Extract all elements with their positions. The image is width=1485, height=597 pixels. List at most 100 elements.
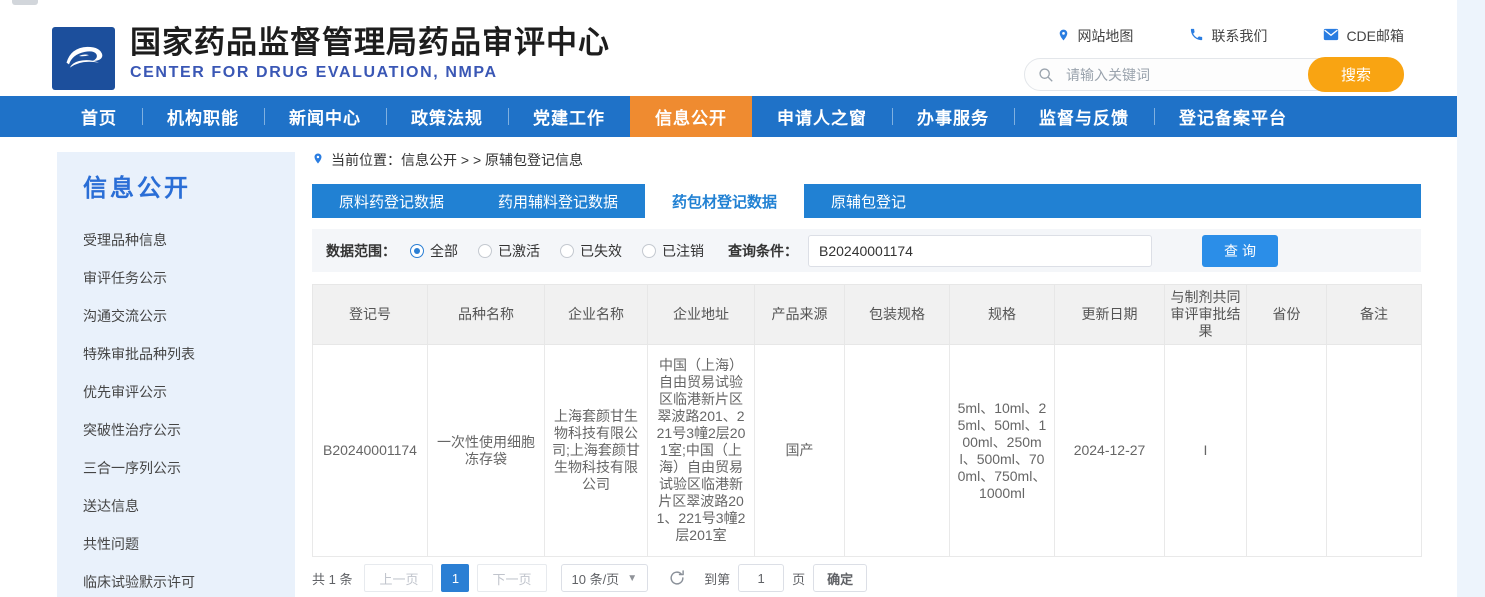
nav-item-policy[interactable]: 政策法规 <box>386 96 508 137</box>
data-tabs: 原料药登记数据 药用辅料登记数据 药包材登记数据 原辅包登记 <box>312 184 1421 218</box>
prev-page-button[interactable]: 上一页 <box>364 564 433 592</box>
contact-label: 联系我们 <box>1211 26 1267 46</box>
sidebar: 信息公开 受理品种信息 审评任务公示 沟通交流公示 特殊审批品种列表 优先审评公… <box>57 152 295 597</box>
goto-page-input[interactable] <box>738 564 784 592</box>
col-joint-review-result: 与制剂共同审评审批结果 <box>1165 285 1247 345</box>
cell-company-name: 上海套颜甘生物科技有限公司;上海套颜甘生物科技有限公司 <box>545 345 648 557</box>
pagination: 共 1 条 上一页 1 下一页 10 条/页 ▼ 到第 页 确定 <box>312 564 1421 592</box>
nav-item-registration-platform[interactable]: 登记备案平台 <box>1154 96 1312 137</box>
tab-api-data[interactable]: 原料药登记数据 <box>312 184 471 218</box>
goto-confirm-button[interactable]: 确定 <box>813 564 867 592</box>
nav-item-home[interactable]: 首页 <box>56 96 142 137</box>
phone-icon <box>1189 27 1204 45</box>
cell-province <box>1247 345 1327 557</box>
nav-item-org[interactable]: 机构职能 <box>142 96 264 137</box>
site-search: 搜索 <box>1024 58 1404 91</box>
page-background-strip <box>1457 0 1485 597</box>
sidebar-item-breakthrough-therapy[interactable]: 突破性治疗公示 <box>83 411 295 449</box>
radio-expired[interactable]: 已失效 <box>560 241 622 261</box>
location-pin-icon <box>1057 27 1070 46</box>
query-button[interactable]: 查询 <box>1202 235 1278 267</box>
sidebar-item-priority-review[interactable]: 优先审评公示 <box>83 373 295 411</box>
cell-variety-name: 一次性使用细胞冻存袋 <box>428 345 545 557</box>
col-registration-no: 登记号 <box>313 285 428 345</box>
nav-item-info-disclosure[interactable]: 信息公开 <box>630 96 752 137</box>
cell-company-address: 中国（上海）自由贸易试验区临港新片区翠波路201、221号3幢2层201室;中国… <box>648 345 755 557</box>
brand-block: 国家药品监督管理局药品审评中心 CENTER FOR DRUG EVALUATI… <box>130 24 610 82</box>
pagination-total: 共 1 条 <box>312 569 352 588</box>
cde-mail-link[interactable]: CDE邮箱 <box>1323 26 1404 46</box>
nav-item-supervision[interactable]: 监督与反馈 <box>1014 96 1154 137</box>
nav-item-services[interactable]: 办事服务 <box>892 96 1014 137</box>
sidebar-item-communication[interactable]: 沟通交流公示 <box>83 297 295 335</box>
col-province: 省份 <box>1247 285 1327 345</box>
col-company-address: 企业地址 <box>648 285 755 345</box>
radio-activated-dot <box>478 244 492 258</box>
cell-registration-no: B20240001174 <box>313 345 428 557</box>
tab-excipient-data[interactable]: 药用辅料登记数据 <box>471 184 645 218</box>
scope-radio-group: 全部 已激活 已失效 已注销 <box>410 241 704 261</box>
refresh-icon[interactable] <box>668 569 686 587</box>
main-nav: 首页 机构职能 新闻中心 政策法规 党建工作 信息公开 申请人之窗 办事服务 监… <box>0 96 1457 137</box>
radio-all-label: 全部 <box>430 241 458 261</box>
col-spec: 规格 <box>950 285 1055 345</box>
mail-icon <box>1323 28 1339 44</box>
site-search-button[interactable]: 搜索 <box>1308 57 1404 92</box>
chevron-down-icon: ▼ <box>627 573 637 584</box>
col-variety-name: 品种名称 <box>428 285 545 345</box>
scope-label: 数据范围： <box>326 241 396 261</box>
tab-apief-registration[interactable]: 原辅包登记 <box>804 184 933 218</box>
sidebar-item-review-tasks[interactable]: 审评任务公示 <box>83 259 295 297</box>
sidebar-item-special-approval[interactable]: 特殊审批品种列表 <box>83 335 295 373</box>
table-row: B20240001174 一次性使用细胞冻存袋 上海套颜甘生物科技有限公司;上海… <box>313 345 1422 557</box>
radio-activated[interactable]: 已激活 <box>478 241 540 261</box>
registration-table: 登记号 品种名称 企业名称 企业地址 产品来源 包装规格 规格 更新日期 与制剂… <box>312 284 1422 557</box>
tab-packaging-data[interactable]: 药包材登记数据 <box>645 184 804 218</box>
radio-cancelled-dot <box>642 244 656 258</box>
nav-item-applicant[interactable]: 申请人之窗 <box>752 96 892 137</box>
goto-label: 到第 <box>704 569 730 588</box>
page-size-select[interactable]: 10 条/页 ▼ <box>561 564 649 592</box>
radio-expired-dot <box>560 244 574 258</box>
main-content: 当前位置：信息公开 > > 原辅包登记信息 原料药登记数据 药用辅料登记数据 药… <box>312 150 1421 597</box>
site-search-input[interactable] <box>1054 67 1308 83</box>
sidebar-title: 信息公开 <box>83 168 295 203</box>
radio-cancelled[interactable]: 已注销 <box>642 241 704 261</box>
search-icon <box>1038 67 1054 83</box>
browser-tab-fragment <box>12 0 38 5</box>
col-update-date: 更新日期 <box>1055 285 1165 345</box>
swan-logo-icon <box>59 31 109 86</box>
query-label: 查询条件： <box>728 241 798 261</box>
cell-update-date: 2024-12-27 <box>1055 345 1165 557</box>
query-input[interactable] <box>808 235 1152 267</box>
cde-website-page: 国家药品监督管理局药品审评中心 CENTER FOR DRUG EVALUATI… <box>0 0 1485 597</box>
sidebar-item-accepted-varieties[interactable]: 受理品种信息 <box>83 221 295 259</box>
sitemap-link[interactable]: 网站地图 <box>1057 26 1133 46</box>
sidebar-item-three-in-one[interactable]: 三合一序列公示 <box>83 449 295 487</box>
cell-spec: 5ml、10ml、25ml、50ml、100ml、250ml、500ml、700… <box>950 345 1055 557</box>
nav-item-news[interactable]: 新闻中心 <box>264 96 386 137</box>
next-page-button[interactable]: 下一页 <box>477 564 546 592</box>
sidebar-item-delivery-info[interactable]: 送达信息 <box>83 487 295 525</box>
breadcrumb-text: 当前位置：信息公开 > > 原辅包登记信息 <box>331 150 583 170</box>
goto-unit: 页 <box>792 569 805 588</box>
sidebar-item-clinical-trial-license[interactable]: 临床试验默示许可 <box>83 563 295 597</box>
table-header-row: 登记号 品种名称 企业名称 企业地址 产品来源 包装规格 规格 更新日期 与制剂… <box>313 285 1422 345</box>
page-number-1[interactable]: 1 <box>441 564 469 592</box>
col-product-source: 产品来源 <box>755 285 845 345</box>
breadcrumb-pin-icon <box>312 151 324 169</box>
cde-logo <box>52 27 115 90</box>
cde-mail-label: CDE邮箱 <box>1346 26 1404 46</box>
site-subtitle: CENTER FOR DRUG EVALUATION, NMPA <box>130 64 610 82</box>
radio-all[interactable]: 全部 <box>410 241 458 261</box>
breadcrumb: 当前位置：信息公开 > > 原辅包登记信息 <box>312 150 1421 170</box>
radio-activated-label: 已激活 <box>498 241 540 261</box>
cell-joint-review-result: I <box>1165 345 1247 557</box>
sidebar-item-common-issues[interactable]: 共性问题 <box>83 525 295 563</box>
filter-bar: 数据范围： 全部 已激活 已失效 已注销 查询条 <box>312 229 1421 272</box>
nav-item-party[interactable]: 党建工作 <box>508 96 630 137</box>
site-header: 国家药品监督管理局药品审评中心 CENTER FOR DRUG EVALUATI… <box>0 8 1457 96</box>
contact-link[interactable]: 联系我们 <box>1189 26 1267 46</box>
radio-cancelled-label: 已注销 <box>662 241 704 261</box>
radio-all-dot <box>410 244 424 258</box>
